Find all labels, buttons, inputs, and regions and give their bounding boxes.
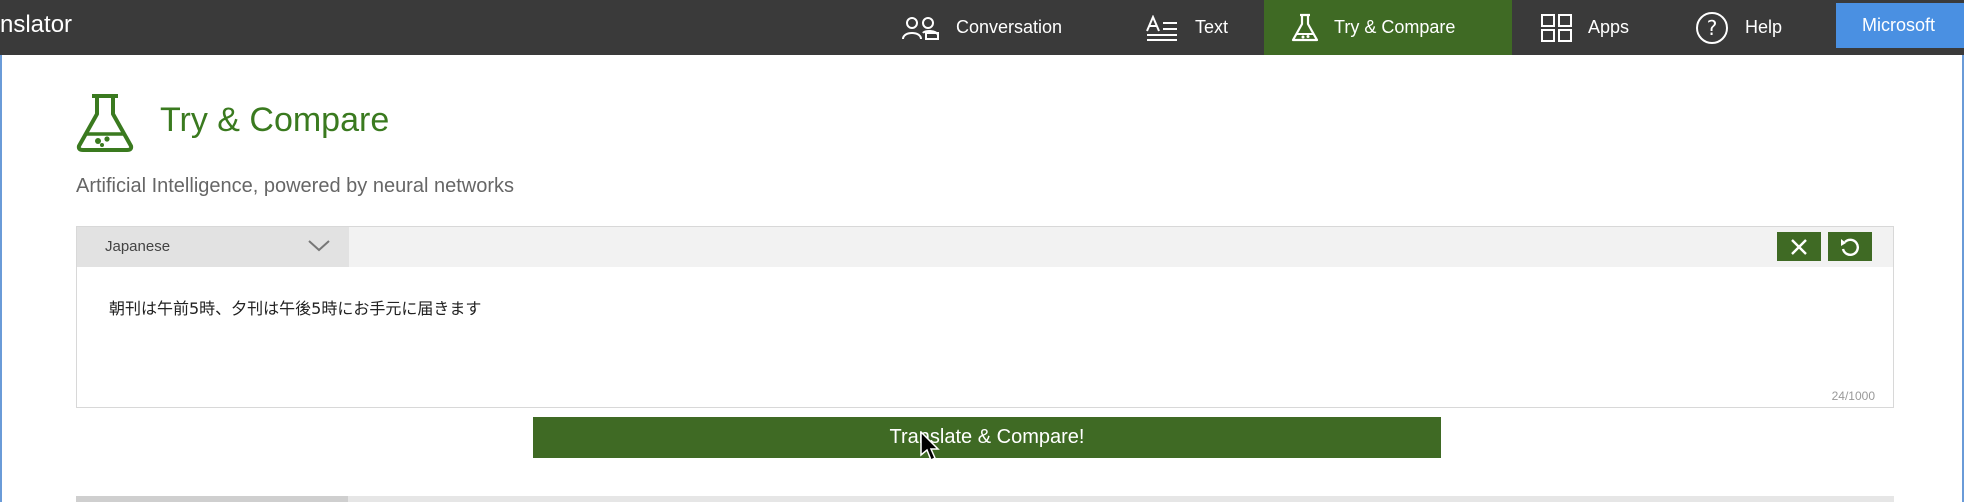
- microsoft-button[interactable]: Microsoft: [1836, 3, 1964, 48]
- nav-apps[interactable]: Apps: [1540, 0, 1629, 55]
- nav-text-label: Text: [1195, 17, 1229, 37]
- svg-text:?: ?: [1707, 16, 1718, 40]
- reset-button[interactable]: [1828, 232, 1872, 261]
- nav-apps-label: Apps: [1588, 17, 1630, 37]
- flask-icon: [1291, 13, 1319, 41]
- chevron-down-icon: [308, 240, 330, 252]
- undo-icon: [1841, 238, 1859, 256]
- conversation-icon: [902, 16, 939, 40]
- panel-header: Japanese: [77, 227, 1893, 267]
- nav-try-compare[interactable]: Try & Compare: [1264, 0, 1512, 55]
- flask-icon: [76, 94, 134, 152]
- character-count: 24/1000: [1831, 389, 1875, 403]
- app-brand[interactable]: nslator: [0, 0, 72, 55]
- nav-try-compare-label: Try & Compare: [1334, 17, 1456, 37]
- page-title: Try & Compare: [160, 101, 390, 139]
- source-language-label: Japanese: [105, 238, 171, 255]
- results-tab: [76, 496, 348, 502]
- nav-conversation-label: Conversation: [956, 17, 1063, 37]
- nav-conversation[interactable]: Conversation: [900, 0, 1062, 55]
- translate-compare-button[interactable]: Translate & Compare!: [533, 417, 1441, 458]
- nav-help-label: Help: [1745, 17, 1783, 37]
- source-language-select[interactable]: Japanese: [77, 227, 349, 267]
- nav-text[interactable]: Text: [1145, 0, 1228, 55]
- apps-icon: [1541, 13, 1572, 42]
- clear-button[interactable]: [1777, 232, 1821, 261]
- translator-panel: Japanese 朝刊は午前5時、夕刊は午後5時にお手元に届きます 24/100…: [76, 226, 1894, 408]
- text-icon: [1146, 14, 1177, 41]
- top-nav-bar: nslator Conversation Text Try & Compare: [0, 0, 1964, 55]
- close-icon: [1791, 238, 1807, 255]
- results-divider: [76, 496, 1894, 502]
- help-icon: ?: [1696, 11, 1728, 44]
- window-left-border: [0, 55, 2, 502]
- cursor-icon: [920, 431, 940, 462]
- page-subtitle: Artificial Intelligence, powered by neur…: [76, 175, 514, 197]
- source-text-input[interactable]: 朝刊は午前5時、夕刊は午後5時にお手元に届きます: [109, 295, 481, 319]
- nav-help[interactable]: ? Help: [1693, 0, 1782, 55]
